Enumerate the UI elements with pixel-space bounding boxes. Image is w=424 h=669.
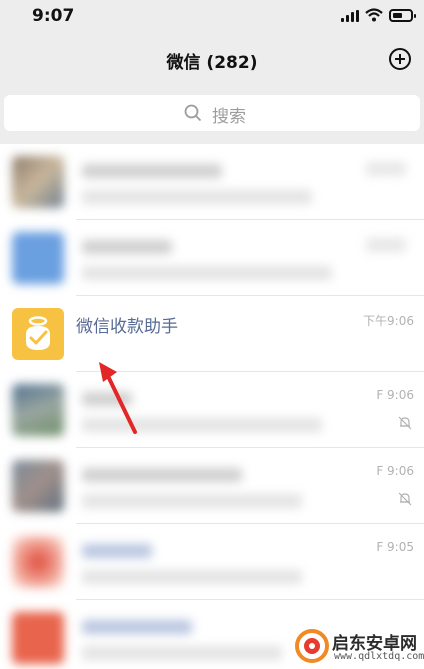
search-placeholder: 搜索 [212,107,246,127]
search-area: 搜索 [0,86,424,144]
chat-row-blurred[interactable]: F 9:06 [0,448,424,524]
avatar [12,156,64,208]
search-icon [184,104,202,122]
battery-icon [389,9,416,22]
chat-time: F 9:06 [376,464,414,478]
chat-row-blurred[interactable]: F 9:06 [0,372,424,448]
watermark-url: www.qdlxtdq.com [334,651,424,662]
mute-bell-icon [398,416,412,430]
chat-name: 微信收款助手 [76,317,178,337]
payment-assistant-avatar [12,308,64,360]
add-plus-icon[interactable] [389,48,411,70]
search-bar[interactable]: 搜索 [4,95,420,131]
chat-row-blurred[interactable] [0,144,424,220]
chat-time: 下午9:06 [363,314,414,328]
avatar [12,460,64,512]
watermark: 启东安卓网 www.qdlxtdq.com [294,626,424,669]
cellular-signal-icon [341,10,359,22]
avatar [12,384,64,436]
chat-time: F 9:05 [376,540,414,554]
money-bag-icon [26,316,50,350]
red-arrow-annotation [99,362,137,434]
status-bar: 9:07 [0,0,424,36]
avatar [12,536,64,588]
chat-row-blurred[interactable] [0,220,424,296]
chat-row-blurred[interactable]: F 9:05 [0,524,424,600]
avatar [12,612,64,664]
wifi-icon [365,8,383,22]
chat-row-payment-assistant[interactable]: 微信收款助手 下午9:06 [0,296,424,372]
chat-list: 微信收款助手 下午9:06 F 9:06 F 9:06 F 9:05 [0,144,424,669]
status-time: 9:07 [32,6,75,26]
mute-bell-icon [398,492,412,506]
avatar [12,232,64,284]
page-title: 微信 (282) [166,53,258,73]
chat-time: F 9:06 [376,388,414,402]
watermark-logo-icon [295,629,329,663]
nav-bar: 微信 (282) [0,36,424,86]
